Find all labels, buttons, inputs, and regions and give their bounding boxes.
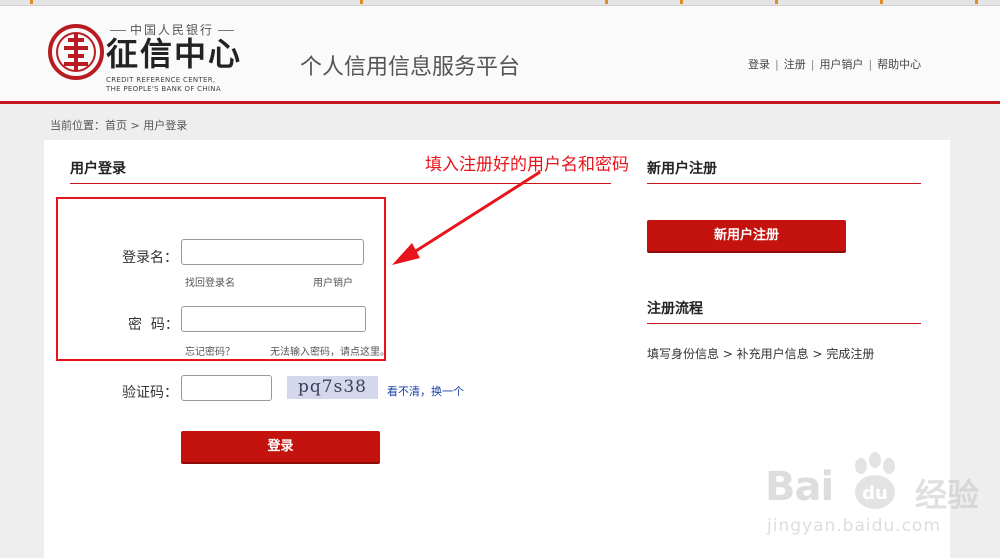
nav-register-link[interactable]: 注册 (784, 58, 806, 71)
login-section-title: 用户登录 (70, 161, 126, 177)
nav-login-link[interactable]: 登录 (748, 58, 770, 71)
nav-separator: | (868, 58, 873, 71)
watermark-brand: Bai (765, 464, 834, 510)
register-section-rule (647, 183, 921, 184)
register-section-title: 新用户注册 (647, 161, 717, 177)
logo-english-line1: CREDIT REFERENCE CENTER, (106, 76, 216, 84)
header-divider (0, 101, 1000, 104)
top-nav: 登录 | 注册 | 用户销户 | 帮助中心 (748, 56, 921, 72)
new-user-register-button[interactable]: 新用户注册 (647, 220, 846, 253)
register-process-rule (647, 323, 921, 324)
annotation-highlight-box (56, 197, 386, 361)
nav-separator: | (775, 58, 779, 71)
logo-credit-center: 征信中心 (106, 35, 243, 73)
watermark-brand-suffix: du (862, 483, 888, 504)
watermark-url: jingyan.baidu.com (767, 516, 941, 536)
pbc-emblem-icon (48, 24, 104, 80)
captcha-image[interactable]: pq7s38 (287, 376, 378, 399)
login-section-rule (70, 183, 611, 184)
logo-english-line2: THE PEOPLE'S BANK OF CHINA (106, 85, 221, 93)
annotation-text: 填入注册好的用户名和密码 (425, 155, 629, 175)
register-process-title: 注册流程 (647, 301, 703, 317)
platform-title: 个人信用信息服务平台 (300, 55, 521, 80)
captcha-refresh-link[interactable]: 看不清，换一个 (387, 383, 464, 399)
baidu-paw-icon: du (855, 452, 895, 509)
captcha-label: 验证码： (122, 385, 178, 401)
login-button[interactable]: 登录 (181, 431, 380, 464)
nav-separator: | (810, 58, 815, 71)
watermark-cn: 经验 (915, 476, 980, 514)
breadcrumb: 当前位置：首页 > 用户登录 (50, 119, 188, 132)
baidu-jingyan-watermark: Bai du 经验 jingyan.baidu.com (765, 452, 1000, 552)
captcha-input[interactable] (181, 375, 272, 401)
nav-cancel-account-link[interactable]: 用户销户 (819, 58, 863, 71)
site-header: 中国人民银行 征信中心 CREDIT REFERENCE CENTER, THE… (0, 6, 1000, 102)
register-process-steps: 填写身份信息 > 补充用户信息 > 完成注册 (647, 347, 875, 361)
nav-help-link[interactable]: 帮助中心 (877, 58, 921, 71)
